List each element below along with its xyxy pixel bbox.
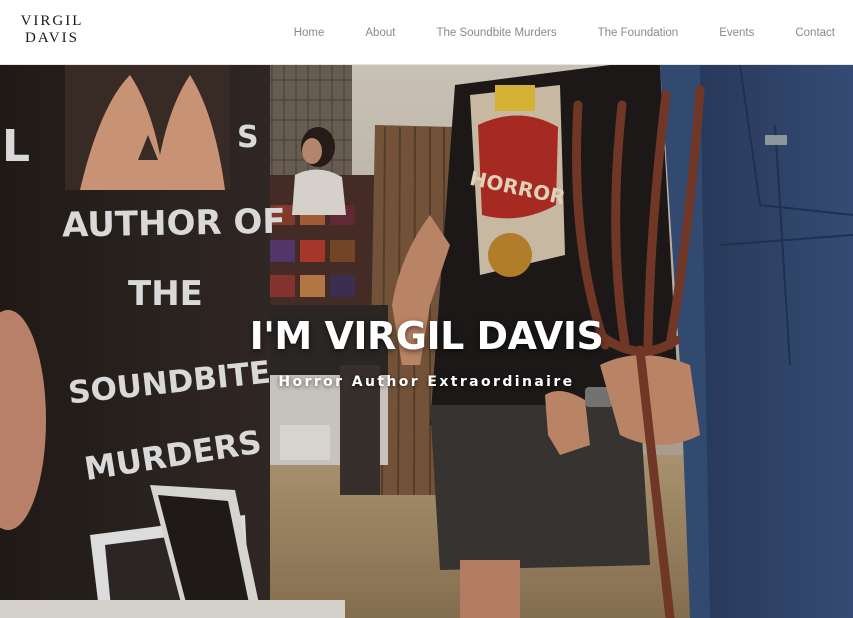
nav-foundation[interactable]: The Foundation	[598, 27, 679, 39]
nav-home[interactable]: Home	[294, 27, 325, 39]
hero-section: L S AUTHOR OF THE SOUNDBITE MURDERS HORR…	[0, 65, 853, 618]
hero-title: I'M VIRGIL DAVIS	[249, 314, 604, 358]
nav-contact[interactable]: Contact	[795, 27, 835, 39]
site-logo[interactable]: VIRGIL DAVIS	[16, 13, 88, 47]
nav-soundbite-murders[interactable]: The Soundbite Murders	[436, 27, 556, 39]
site-header: VIRGIL DAVIS Home About The Soundbite Mu…	[0, 0, 853, 65]
main-nav: Home About The Soundbite Murders The Fou…	[294, 0, 835, 65]
logo-line-2: DAVIS	[25, 30, 79, 46]
hero-subtitle: Horror Author Extraordinaire	[278, 374, 575, 390]
nav-events[interactable]: Events	[719, 27, 754, 39]
nav-about[interactable]: About	[365, 27, 395, 39]
logo-line-1: VIRGIL	[20, 13, 84, 29]
